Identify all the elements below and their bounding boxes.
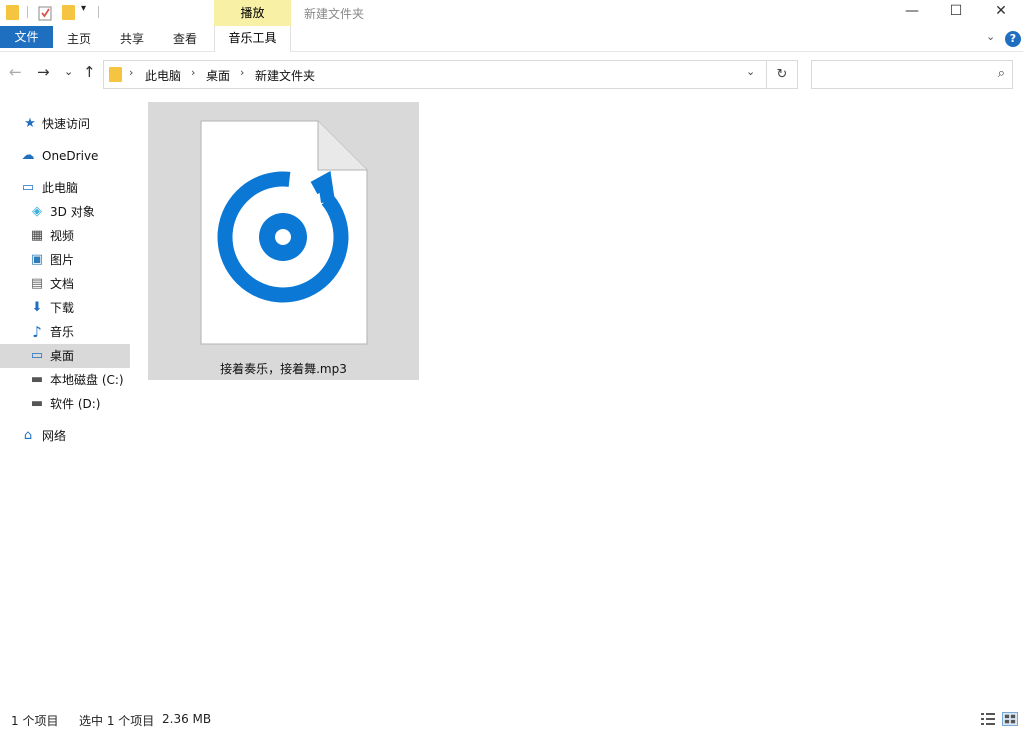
folder-icon[interactable] <box>6 5 19 20</box>
separator <box>98 6 99 18</box>
sidebar-item-desktop[interactable]: ▭ 桌面 <box>0 344 130 368</box>
sidebar-item-label: 3D 对象 <box>50 205 95 219</box>
separator <box>27 6 28 18</box>
sidebar-item-label: 网络 <box>42 429 67 443</box>
sidebar-item-label: 音乐 <box>50 325 75 339</box>
recent-locations-button[interactable]: ⌄ <box>64 65 73 78</box>
sidebar-item-label: 此电脑 <box>42 181 79 195</box>
search-icon: ⌕ <box>997 66 1005 81</box>
details-view-icon[interactable] <box>980 712 996 726</box>
ribbon-collapse-icon[interactable]: ⌄ <box>986 30 995 43</box>
minimize-button[interactable]: — <box>889 0 935 22</box>
sidebar-item-3d-objects[interactable]: ◈ 3D 对象 <box>0 200 130 224</box>
address-dropdown-icon[interactable]: ⌄ <box>746 65 755 78</box>
breadcrumb-this-pc[interactable]: 此电脑 <box>145 67 181 84</box>
sidebar-item-label: 文档 <box>50 277 75 291</box>
address-bar[interactable]: › 此电脑 › 桌面 › 新建文件夹 ⌄ <box>103 60 767 89</box>
tab-share[interactable]: 共享 <box>120 30 144 47</box>
sidebar-item-network[interactable]: ⌂ 网络 <box>0 424 130 448</box>
window-title: 新建文件夹 <box>304 7 365 21</box>
sidebar-item-onedrive[interactable]: ☁ OneDrive <box>0 144 130 168</box>
customize-quick-access-icon[interactable]: ▾ <box>81 3 86 14</box>
sidebar-item-label: OneDrive <box>42 149 99 163</box>
back-button[interactable]: ← <box>9 63 22 81</box>
item-count: 1 个项目 <box>11 714 59 728</box>
breadcrumb-separator[interactable]: › <box>240 66 244 79</box>
tab-file[interactable]: 文件 <box>0 26 53 48</box>
sidebar-item-music[interactable]: ♪ 音乐 <box>0 320 130 344</box>
file-item-selected[interactable]: 接着奏乐，接着舞.mp3 <box>148 102 419 380</box>
sidebar-item-pictures[interactable]: ▣ 图片 <box>0 248 130 272</box>
help-icon[interactable]: ? <box>1005 31 1021 47</box>
ribbon-tabs: 文件 主页 共享 查看 音乐工具 ⌄ ? <box>0 26 1023 52</box>
download-icon: ⬇ <box>31 300 43 315</box>
sidebar-item-label: 本地磁盘 (C:) <box>50 373 124 387</box>
breadcrumb-new-folder[interactable]: 新建文件夹 <box>255 67 315 84</box>
file-name-label: 接着奏乐，接着舞.mp3 <box>220 362 347 376</box>
sidebar-item-drive-c[interactable]: ▬ 本地磁盘 (C:) <box>0 368 130 392</box>
cloud-icon: ☁ <box>21 148 35 163</box>
tab-home[interactable]: 主页 <box>67 30 91 47</box>
sidebar-item-label: 视频 <box>50 229 75 243</box>
sidebar-item-quick-access[interactable]: ★ 快速访问 <box>0 112 130 136</box>
film-icon: ▦ <box>30 228 44 243</box>
sidebar-item-this-pc[interactable]: ▭ 此电脑 <box>0 176 130 200</box>
selection-count: 选中 1 个项目 <box>79 714 155 728</box>
navigation-pane: ★ 快速访问 ☁ OneDrive ▭ 此电脑 ◈ 3D 对象 ▦ 视频 ▣ 图… <box>0 100 130 700</box>
sidebar-item-label: 图片 <box>50 253 75 267</box>
sidebar-item-label: 下载 <box>50 301 75 315</box>
document-icon: ▤ <box>30 276 44 291</box>
sidebar-item-videos[interactable]: ▦ 视频 <box>0 224 130 248</box>
cube-icon: ◈ <box>32 204 42 219</box>
search-input[interactable]: ⌕ <box>811 60 1013 89</box>
status-bar: 1 个项目 选中 1 个项目 2.36 MB <box>0 708 1023 730</box>
context-tab-header: 播放 <box>214 0 291 26</box>
refresh-button[interactable]: ↻ <box>767 60 798 89</box>
sidebar-item-drive-d[interactable]: ▬ 软件 (D:) <box>0 392 130 416</box>
network-icon: ⌂ <box>23 428 33 443</box>
groove-music-file-icon <box>200 120 368 345</box>
folder-icon <box>109 67 122 82</box>
new-folder-icon[interactable] <box>62 5 75 20</box>
up-button[interactable]: ↑ <box>83 63 96 81</box>
computer-icon: ▭ <box>21 180 35 195</box>
sidebar-item-label: 软件 (D:) <box>50 397 101 411</box>
forward-button[interactable]: → <box>37 63 50 81</box>
title-bar: ▾ 播放 新建文件夹 — ☐ ✕ <box>0 0 1023 26</box>
selection-size: 2.36 MB <box>162 712 212 726</box>
large-icons-view-icon[interactable] <box>1002 712 1018 726</box>
drive-d-icon: ▬ <box>30 396 44 411</box>
tab-music-tools[interactable]: 音乐工具 <box>214 26 291 52</box>
navigation-bar: ← → ⌄ ↑ › 此电脑 › 桌面 › 新建文件夹 ⌄ ↻ ⌕ <box>0 53 1023 93</box>
sidebar-item-label: 桌面 <box>50 349 75 363</box>
drive-c-icon: ▬ <box>30 372 44 387</box>
sidebar-item-downloads[interactable]: ⬇ 下载 <box>0 296 130 320</box>
desktop-icon: ▭ <box>30 348 44 363</box>
music-note-icon: ♪ <box>32 323 42 341</box>
properties-icon[interactable] <box>38 5 53 21</box>
tab-view[interactable]: 查看 <box>173 30 197 47</box>
close-button[interactable]: ✕ <box>978 0 1023 22</box>
breadcrumb-desktop[interactable]: 桌面 <box>206 67 230 84</box>
picture-icon: ▣ <box>30 252 44 267</box>
breadcrumb-separator[interactable]: › <box>129 66 133 79</box>
sidebar-item-label: 快速访问 <box>42 117 91 131</box>
sidebar-item-documents[interactable]: ▤ 文档 <box>0 272 130 296</box>
breadcrumb-separator[interactable]: › <box>191 66 195 79</box>
star-icon: ★ <box>24 116 36 131</box>
maximize-button[interactable]: ☐ <box>933 0 979 22</box>
